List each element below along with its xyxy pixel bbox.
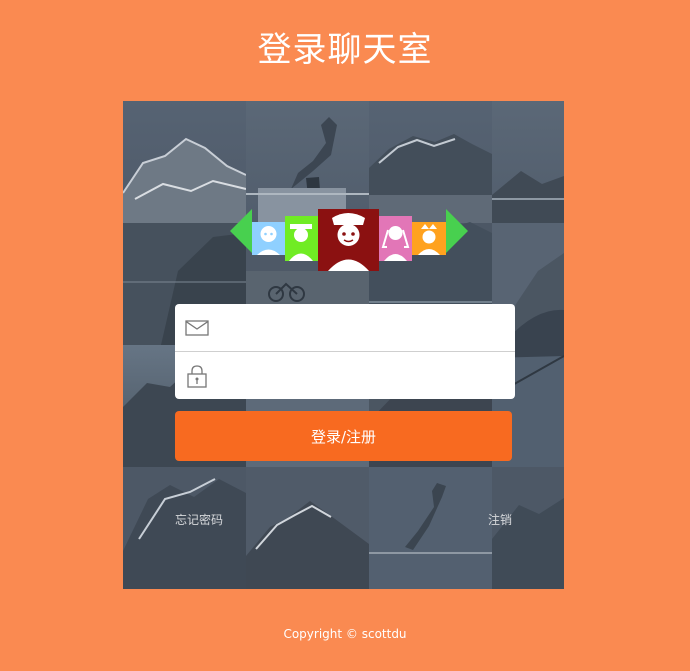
password-field xyxy=(175,352,515,399)
carousel-right-arrow-icon[interactable] xyxy=(446,209,468,253)
email-icon xyxy=(185,320,209,336)
email-input[interactable] xyxy=(221,304,505,351)
page-title: 登录聊天室 xyxy=(257,30,433,70)
login-panel: 登录/注册 忘记密码 注销 xyxy=(123,101,564,589)
farmer-avatar-icon[interactable] xyxy=(285,216,318,261)
logout-link[interactable]: 注销 xyxy=(488,512,512,528)
girl-braids-avatar-icon[interactable] xyxy=(379,216,412,261)
carousel-left-arrow-icon[interactable] xyxy=(230,209,252,253)
princess-avatar-icon[interactable] xyxy=(412,222,446,255)
forgot-password-link[interactable]: 忘记密码 xyxy=(175,512,223,528)
email-field xyxy=(175,304,515,352)
footer-copyright: Copyright © scottdu xyxy=(283,627,407,641)
login-form-box xyxy=(175,304,515,399)
nurse-avatar-icon[interactable] xyxy=(318,209,379,271)
avatar-carousel xyxy=(230,209,468,271)
password-input[interactable] xyxy=(221,352,505,399)
boy-avatar-icon[interactable] xyxy=(252,222,285,255)
lock-icon xyxy=(187,365,207,388)
login-register-button[interactable]: 登录/注册 xyxy=(175,411,512,461)
